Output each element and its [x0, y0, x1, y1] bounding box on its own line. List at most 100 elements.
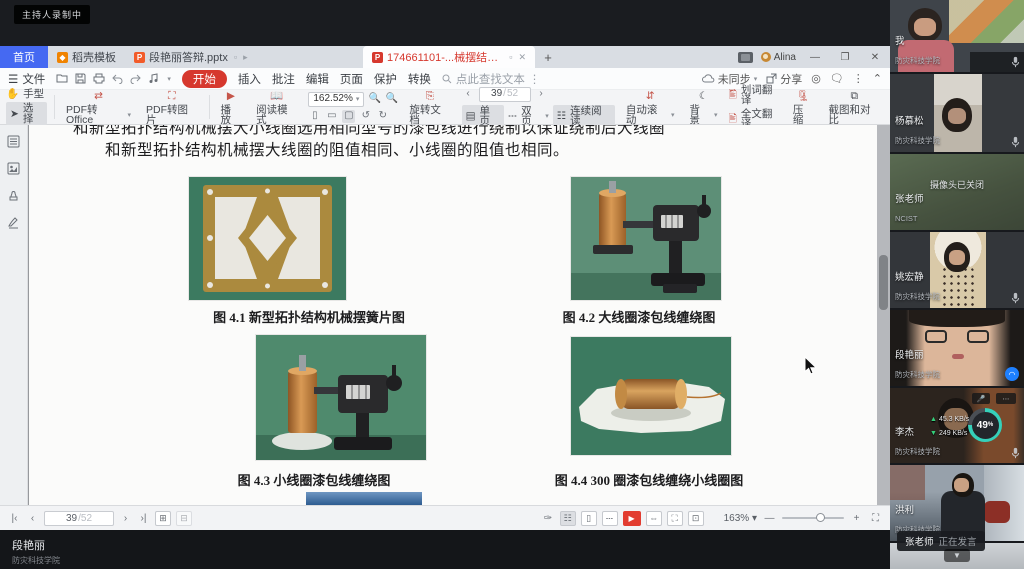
participant-tile[interactable]: 摄像头已关闭 张老师NCIST	[890, 154, 1024, 230]
close-button[interactable]: ✕	[864, 48, 886, 66]
actual-size-icon[interactable]: ▢	[342, 110, 355, 123]
rotate-right-icon[interactable]: ↻	[376, 110, 389, 123]
mic-icon[interactable]	[1011, 56, 1020, 68]
rotate-doc-button[interactable]: ⎘ 旋转文档	[405, 89, 454, 126]
undo-icon[interactable]	[112, 74, 123, 84]
hand-tool[interactable]: ✋手型	[6, 89, 47, 100]
fit-page-icon[interactable]: ▯	[308, 110, 321, 123]
stamp-icon[interactable]	[7, 189, 20, 202]
zoom-minus-icon[interactable]: —	[763, 512, 776, 525]
participant-tile[interactable]: 段艳丽防灾科技学院 ◠	[890, 310, 1024, 386]
mic-icon[interactable]	[1011, 136, 1020, 148]
menu-convert[interactable]: 转换	[408, 71, 431, 87]
account-button[interactable]: Alina	[761, 52, 796, 63]
participant-tile[interactable]: 姚宏静防灾科技学院	[890, 232, 1024, 308]
music-note-icon[interactable]	[148, 73, 160, 84]
redo-icon[interactable]	[130, 74, 141, 84]
fullscreen-play-button[interactable]: ▶	[623, 511, 641, 526]
zoom-value-box[interactable]: 162.52%▾	[308, 92, 364, 107]
save-icon[interactable]	[75, 73, 86, 84]
double-page-view-icon[interactable]: 𝌀	[602, 511, 618, 526]
tab-pptx-pin-icon[interactable]: ▫	[234, 52, 237, 62]
outline-panel-icon[interactable]	[7, 135, 20, 148]
tab-pptx-menu-icon[interactable]: ▸	[243, 52, 248, 63]
auto-scroll-button[interactable]: ⇵ 自动滚动▾	[622, 89, 679, 126]
statusbar-page-box[interactable]: 39 /52	[44, 511, 114, 526]
zoom-out-icon[interactable]: 🔍	[385, 93, 398, 106]
double-page-button[interactable]: 𝌀双页▾	[508, 106, 549, 127]
select-tool[interactable]: ➤选择	[6, 102, 47, 125]
last-page-icon[interactable]: ›|	[137, 512, 150, 525]
zoom-plus-icon[interactable]: +	[850, 512, 863, 525]
tab-pdf-close-icon[interactable]: ✕	[518, 52, 526, 63]
collapse-panel-button[interactable]: ▼	[944, 549, 970, 562]
menu-page[interactable]: 页面	[340, 71, 363, 87]
menu-comment[interactable]: 批注	[272, 71, 295, 87]
zoom-slider[interactable]	[782, 517, 844, 519]
next-page-icon[interactable]: ›	[119, 512, 132, 525]
first-page-icon[interactable]: |‹	[8, 512, 21, 525]
overlay-mic-chip[interactable]: 🎤	[972, 393, 990, 404]
menu-insert[interactable]: 插入	[238, 71, 261, 87]
new-tab-button[interactable]: +	[535, 46, 561, 68]
chat-app-icon[interactable]: ◠	[1005, 367, 1019, 381]
menu-start[interactable]: 开始	[182, 70, 227, 88]
file-menu[interactable]: ☰ 文件	[8, 71, 45, 87]
zoom-slider-knob[interactable]	[816, 513, 825, 522]
actual-size-view-icon[interactable]: ⊡	[688, 511, 704, 526]
theme-icon[interactable]: ◎	[811, 72, 821, 85]
compress-button[interactable]: 🗜 压缩	[789, 89, 818, 126]
pdf-to-office-button[interactable]: ⇄ PDF转Office▾	[62, 89, 135, 126]
single-page-view-icon[interactable]: ▯	[581, 511, 597, 526]
screenshot-compare-button[interactable]: ⧉ 截图和对比	[825, 89, 885, 126]
tab-pptx[interactable]: P 段艳丽答辩.pptx ▫ ▸	[125, 46, 303, 68]
play-button[interactable]: ▶ 播放	[217, 89, 246, 126]
workspace-badge-icon[interactable]	[738, 52, 753, 63]
overlay-more-chip[interactable]: ⋯	[996, 393, 1016, 404]
more-kebab-icon[interactable]: ⋮	[853, 72, 864, 85]
pdf-page[interactable]: 和新型拓扑结构机械摆大小线圈选用相同型号的漆包线进行绕制以保证绕制后大线圈 和新…	[29, 125, 877, 505]
add-page-icon[interactable]: ⊞	[155, 511, 171, 526]
fit-width-view-icon[interactable]: ⇔	[646, 511, 662, 526]
tab-pdf-active[interactable]: P 174661101-...械摆结构设计.pdf ▫ ✕	[363, 46, 535, 68]
participant-tile[interactable]: 🎤 ⋯ ▲45.3 KB/s ▼249 KB/s 49% 李杰防灾科技学院	[890, 388, 1024, 463]
continuous-view-icon[interactable]: ☷	[560, 511, 576, 526]
quick-access-caret-icon[interactable]: ▾	[167, 75, 171, 83]
read-mode-button[interactable]: 📖 阅读模式	[252, 89, 301, 126]
hand-gesture-icon[interactable]: ✑	[542, 512, 555, 525]
menu-edit[interactable]: 编辑	[306, 71, 329, 87]
collapse-ribbon-icon[interactable]: ⌃	[873, 72, 882, 85]
mic-icon[interactable]	[1011, 447, 1020, 459]
print-icon[interactable]	[93, 73, 105, 84]
tab-home[interactable]: 首页	[0, 46, 48, 68]
zoom-in-icon[interactable]: 🔍	[368, 93, 381, 106]
fit-width-icon[interactable]: ▭	[325, 110, 338, 123]
mic-icon[interactable]	[1011, 292, 1020, 304]
thumbnail-panel-icon[interactable]	[7, 162, 20, 175]
background-button[interactable]: ☾ 背景▾	[685, 89, 721, 126]
tab-docer[interactable]: ◆ 稻壳模板	[48, 46, 125, 68]
scrollbar-thumb[interactable]	[879, 255, 888, 310]
fullscreen-icon[interactable]: ⛶	[869, 512, 882, 525]
prev-page-icon[interactable]: ‹	[462, 88, 475, 101]
prev-page-icon[interactable]: ‹	[26, 512, 39, 525]
rotate-left-icon[interactable]: ↺	[359, 110, 372, 123]
restore-button[interactable]: ❐	[834, 48, 856, 66]
tab-pdf-pin-icon[interactable]: ▫	[509, 52, 512, 62]
pdf-to-image-button[interactable]: ⛶ PDF转图片	[142, 89, 202, 126]
word-translate-button[interactable]: 🖺划词翻译	[728, 85, 781, 106]
participant-tile[interactable]: 杨慕松防灾科技学院	[890, 74, 1024, 152]
menu-protect[interactable]: 保护	[374, 71, 397, 87]
find-text-box[interactable]: 点此查找文本 ⋮	[442, 71, 541, 87]
fit-page-view-icon[interactable]: ⛶	[667, 511, 683, 526]
signature-icon[interactable]	[7, 216, 20, 229]
message-icon[interactable]: 🗨	[830, 72, 844, 85]
remove-page-icon[interactable]: ⊟	[176, 511, 192, 526]
minimize-button[interactable]: —	[804, 48, 826, 66]
participant-tile[interactable]: 洪利防灾科技学院	[890, 465, 1024, 541]
next-page-icon[interactable]: ›	[535, 88, 548, 101]
page-number-box[interactable]: 39/52	[479, 87, 531, 102]
vertical-scrollbar[interactable]	[877, 125, 890, 505]
open-folder-icon[interactable]	[56, 73, 68, 84]
statusbar-zoom-value[interactable]: 163% ▾	[724, 513, 757, 524]
